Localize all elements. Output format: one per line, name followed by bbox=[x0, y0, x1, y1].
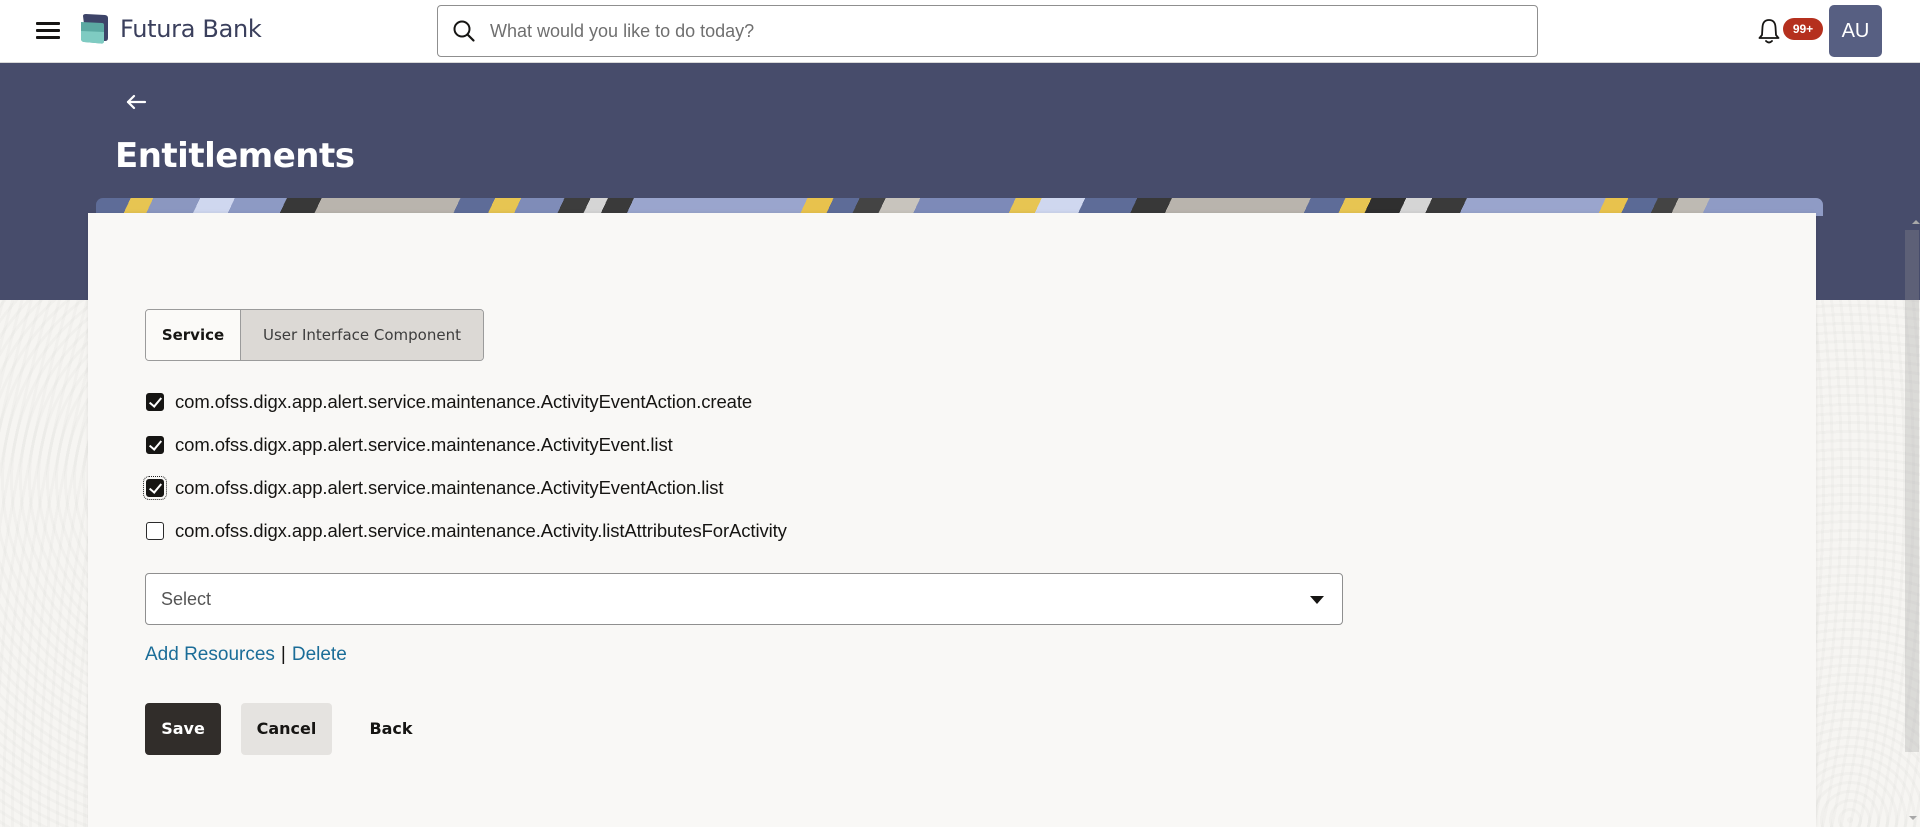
resource-label[interactable]: com.ofss.digx.app.alert.service.maintena… bbox=[175, 520, 787, 542]
resource-type-tabs: Service User Interface Component bbox=[145, 309, 484, 361]
resource-checkbox[interactable] bbox=[146, 522, 164, 540]
bell-icon[interactable] bbox=[1756, 17, 1782, 45]
resource-label[interactable]: com.ofss.digx.app.alert.service.maintena… bbox=[175, 391, 752, 413]
link-separator: | bbox=[280, 644, 286, 665]
search-bar[interactable] bbox=[437, 5, 1538, 57]
scroll-down-arrow-icon[interactable] bbox=[1909, 816, 1917, 820]
scrollbar-thumb[interactable] bbox=[1905, 230, 1919, 752]
resource-list-item[interactable]: com.ofss.digx.app.alert.service.maintena… bbox=[146, 433, 673, 457]
hamburger-menu-icon[interactable] bbox=[36, 20, 60, 40]
resource-checkbox[interactable] bbox=[146, 436, 164, 454]
resource-select-dropdown[interactable]: Select bbox=[145, 573, 1343, 625]
search-input[interactable] bbox=[490, 16, 1520, 46]
delete-link[interactable]: Delete bbox=[292, 644, 347, 666]
select-placeholder: Select bbox=[161, 589, 212, 609]
save-button[interactable]: Save bbox=[145, 703, 221, 755]
tab-user-interface-component[interactable]: User Interface Component bbox=[241, 310, 483, 360]
add-resources-link[interactable]: Add Resources bbox=[145, 644, 275, 666]
search-icon bbox=[453, 20, 475, 42]
cancel-button[interactable]: Cancel bbox=[241, 703, 332, 755]
arrow-left-icon[interactable] bbox=[124, 90, 148, 114]
scroll-up-arrow-icon[interactable] bbox=[1912, 220, 1920, 224]
entitlements-card: Service User Interface Component com.ofs… bbox=[88, 213, 1816, 827]
resource-checkbox[interactable] bbox=[146, 393, 164, 411]
resource-actions: Add Resources | Delete bbox=[145, 644, 347, 666]
resource-list-item[interactable]: com.ofss.digx.app.alert.service.maintena… bbox=[146, 519, 787, 543]
resource-checkbox[interactable] bbox=[143, 476, 167, 500]
user-avatar[interactable]: AU bbox=[1829, 5, 1882, 57]
futura-bank-logo-icon bbox=[81, 14, 108, 44]
top-header: Futura Bank 99+ AU bbox=[0, 0, 1920, 63]
caret-down-icon[interactable] bbox=[1310, 596, 1324, 604]
resource-list-item[interactable]: com.ofss.digx.app.alert.service.maintena… bbox=[146, 390, 752, 414]
resource-label[interactable]: com.ofss.digx.app.alert.service.maintena… bbox=[175, 434, 673, 456]
brand-name: Futura Bank bbox=[120, 15, 262, 43]
page-title: Entitlements bbox=[115, 136, 355, 176]
resource-list-item[interactable]: com.ofss.digx.app.alert.service.maintena… bbox=[143, 476, 724, 500]
back-button[interactable]: Back bbox=[356, 703, 426, 755]
tab-service[interactable]: Service bbox=[146, 310, 241, 360]
resource-label[interactable]: com.ofss.digx.app.alert.service.maintena… bbox=[175, 477, 724, 499]
notification-badge[interactable]: 99+ bbox=[1783, 18, 1823, 40]
